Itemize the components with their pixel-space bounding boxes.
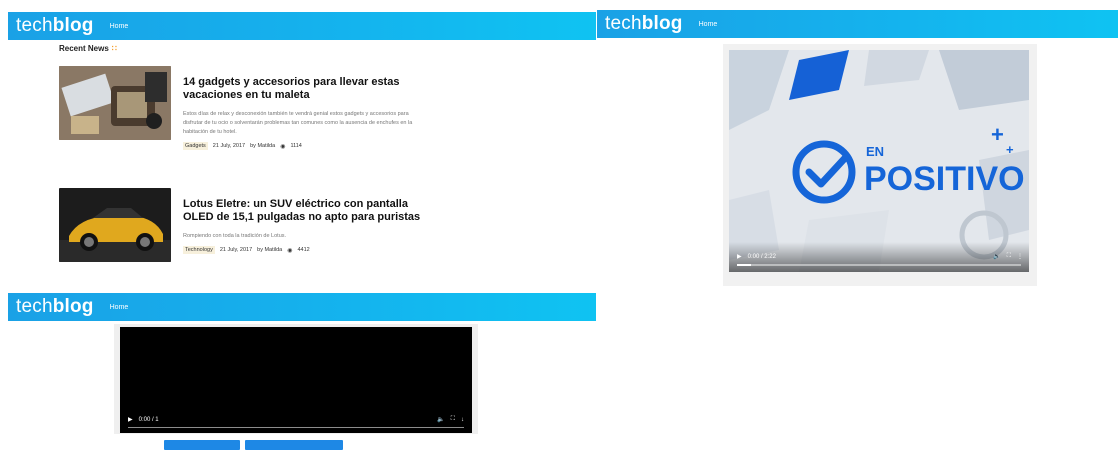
plus-icon: +: [1006, 142, 1014, 157]
article-body: Lotus Eletre: un SUV eléctrico con panta…: [183, 198, 423, 254]
article-author[interactable]: by Matilda: [257, 247, 282, 253]
article-excerpt: Rompiendo con toda la tradición de Lotus…: [183, 233, 287, 239]
category-badge[interactable]: Gadgets: [183, 142, 208, 150]
action-button-2[interactable]: [245, 440, 343, 450]
article-body: 14 gadgets y accesorios para llevar esta…: [183, 76, 423, 150]
article-date: 21 July, 2017: [212, 143, 246, 149]
plus-icon: +: [991, 122, 1004, 147]
nav-home-link[interactable]: Home: [110, 304, 129, 311]
video-time: 0:00 / 2:22: [747, 253, 776, 260]
article-title[interactable]: Lotus Eletre: un SUV eléctrico con panta…: [183, 198, 423, 224]
play-icon[interactable]: ▶: [128, 416, 133, 423]
video-progress-bar[interactable]: [128, 427, 464, 428]
site-logo[interactable]: techblog: [8, 15, 94, 37]
eye-icon: ◉: [287, 247, 293, 254]
blog-listing-panel: techblog Home Recent News ∷ 14 gadgets y …: [0, 0, 596, 290]
logo-en-text: EN: [866, 144, 884, 159]
article-thumbnail[interactable]: [59, 188, 171, 262]
volume-icon[interactable]: 🔈: [993, 253, 1000, 260]
video-progress-played: [737, 264, 752, 266]
top-navbar: techblog Home: [8, 293, 596, 321]
top-navbar: techblog Home: [597, 10, 1118, 38]
action-button-1[interactable]: [164, 440, 240, 450]
video-player[interactable]: ▶ 0:00 / 1 🔈 ⛶ ↓: [120, 327, 472, 433]
article-views: 1114: [290, 143, 302, 149]
article-thumbnail[interactable]: [59, 66, 171, 140]
recent-news-title: Recent News: [59, 44, 109, 53]
video-page-panel: techblog Home EN POSITIVO + + ▶ 0:00 / 2…: [597, 0, 1118, 290]
video-poster: EN POSITIVO + +: [729, 50, 1029, 272]
nav-home-link[interactable]: Home: [110, 23, 129, 30]
article-excerpt: Estos días de relax y desconexión tambié…: [183, 111, 413, 135]
fullscreen-icon[interactable]: ⛶: [451, 416, 455, 423]
rss-icon[interactable]: ∷: [112, 44, 117, 53]
article-views: 4412: [297, 247, 310, 253]
video-container: ▶ 0:00 / 1 🔈 ⛶ ↓: [114, 324, 478, 434]
video-controls: ▶ 0:00 / 2:22 🔈 ⛶ ⋮: [729, 242, 1029, 272]
video-controls: ▶ 0:00 / 1 🔈 ⛶ ↓: [128, 416, 464, 423]
site-logo[interactable]: techblog: [8, 296, 94, 318]
fullscreen-icon[interactable]: ⛶: [1007, 253, 1011, 260]
article-meta: Technology 21 July, 2017 by Matilda ◉ 44…: [183, 246, 423, 254]
download-icon[interactable]: ↓: [461, 417, 464, 423]
top-navbar: techblog Home: [8, 12, 596, 40]
article-title[interactable]: 14 gadgets y accesorios para llevar esta…: [183, 76, 423, 102]
video-container: EN POSITIVO + + ▶ 0:00 / 2:22 🔈 ⛶ ⋮: [723, 44, 1037, 286]
article-date: 21 July, 2017: [219, 247, 253, 253]
logo-positivo-text: POSITIVO: [864, 160, 1025, 198]
nav-home-link[interactable]: Home: [699, 21, 718, 28]
video-progress-bar[interactable]: [737, 264, 1021, 266]
category-badge[interactable]: Technology: [183, 246, 215, 254]
more-icon[interactable]: ⋮: [1017, 253, 1023, 260]
article-author[interactable]: by Matilda: [250, 143, 275, 149]
video-time: 0:00 / 1: [138, 416, 159, 423]
play-icon[interactable]: ▶: [737, 253, 742, 260]
recent-news-heading: Recent News ∷: [59, 44, 117, 53]
site-logo[interactable]: techblog: [597, 13, 683, 35]
video-player[interactable]: EN POSITIVO + + ▶ 0:00 / 2:22 🔈 ⛶ ⋮: [729, 50, 1029, 272]
volume-icon[interactable]: 🔈: [437, 416, 444, 423]
article-meta: Gadgets 21 July, 2017 by Matilda ◉ 1114: [183, 142, 423, 150]
eye-icon: ◉: [280, 143, 286, 150]
video-page-panel-2: techblog Home ▶ 0:00 / 1 🔈 ⛶ ↓: [0, 290, 596, 450]
